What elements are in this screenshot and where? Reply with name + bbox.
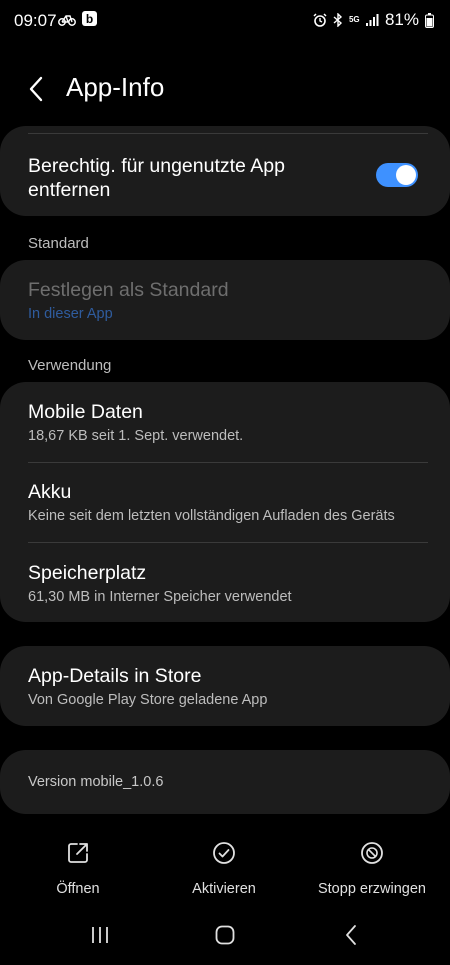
store-details-card[interactable]: App-Details in Store Von Google Play Sto… [0, 646, 450, 726]
force-stop-button[interactable]: Stopp erzwingen [310, 840, 434, 897]
check-circle-icon [213, 842, 235, 864]
version-card: Version mobile_1.0.6 [0, 750, 450, 814]
system-nav-bar [0, 918, 450, 958]
page-title: App-Info [66, 72, 165, 102]
section-label-standard: Standard [28, 235, 89, 252]
status-bar: 09:07 b 5G 81% [0, 0, 450, 40]
set-default-card[interactable]: Festlegen als Standard In dieser App [0, 260, 450, 340]
open-button[interactable]: Öffnen [30, 840, 126, 897]
usage-card: Mobile Daten 18,67 KB seit 1. Sept. verw… [0, 382, 450, 622]
home-icon[interactable] [213, 924, 237, 946]
section-label-usage: Verwendung [28, 357, 112, 374]
storage-item[interactable]: Speicherplatz 61,30 MB in Interner Speic… [28, 562, 422, 605]
remove-permissions-toggle[interactable] [376, 163, 418, 187]
open-external-icon [68, 843, 88, 863]
store-details-title: App-Details in Store [28, 665, 202, 687]
b-app-icon: b [82, 11, 97, 26]
permissions-title: Berechtig. für ungenutzte App entfernen [28, 155, 285, 201]
usage-divider-1 [28, 462, 428, 463]
mobile-data-item[interactable]: Mobile Daten 18,67 KB seit 1. Sept. verw… [28, 401, 422, 444]
force-stop-button-label: Stopp erzwingen [317, 881, 426, 897]
open-button-label: Öffnen [56, 881, 100, 897]
battery-icon [425, 12, 434, 28]
activate-button[interactable]: Aktivieren [176, 840, 272, 897]
bluetooth-icon [333, 13, 342, 27]
mobile-data-sub: 18,67 KB seit 1. Sept. verwendet. [28, 428, 244, 444]
usage-divider-2 [28, 542, 428, 543]
status-time: 09:07 [14, 11, 57, 30]
activate-button-label: Aktivieren [192, 881, 256, 897]
set-default-title: Festlegen als Standard [28, 279, 229, 301]
bottom-action-bar: Öffnen Aktivieren Stopp erzwingen [0, 840, 450, 910]
battery-title: Akku [28, 481, 72, 503]
mobile-data-title: Mobile Daten [28, 401, 143, 423]
recents-icon[interactable] [88, 924, 112, 946]
toggle-knob [396, 165, 416, 185]
alarm-icon [313, 13, 327, 27]
set-default-sub: In dieser App [28, 306, 113, 322]
status-right-icons: 5G 81% [313, 10, 434, 30]
storage-title: Speicherplatz [28, 562, 147, 584]
battery-item[interactable]: Akku Keine seit dem letzten vollständige… [28, 481, 422, 524]
battery-sub: Keine seit dem letzten vollständigen Auf… [28, 508, 395, 524]
storage-sub: 61,30 MB in Interner Speicher verwendet [28, 589, 292, 605]
nav-back-icon[interactable] [340, 924, 364, 946]
app-bar: App-Info [0, 62, 450, 116]
bike-icon [58, 14, 76, 26]
force-stop-icon [361, 842, 383, 864]
card-top-divider [28, 133, 428, 134]
store-details-sub: Von Google Play Store geladene App [28, 692, 268, 708]
status-left-icons: b [58, 11, 97, 26]
back-arrow-icon[interactable] [22, 74, 52, 104]
5g-icon: 5G [348, 15, 360, 24]
signal-icon [365, 14, 379, 26]
version-text: Version mobile_1.0.6 [28, 774, 164, 790]
permissions-card[interactable]: Berechtig. für ungenutzte App entfernen [0, 126, 450, 216]
battery-percentage: 81% [384, 10, 419, 29]
